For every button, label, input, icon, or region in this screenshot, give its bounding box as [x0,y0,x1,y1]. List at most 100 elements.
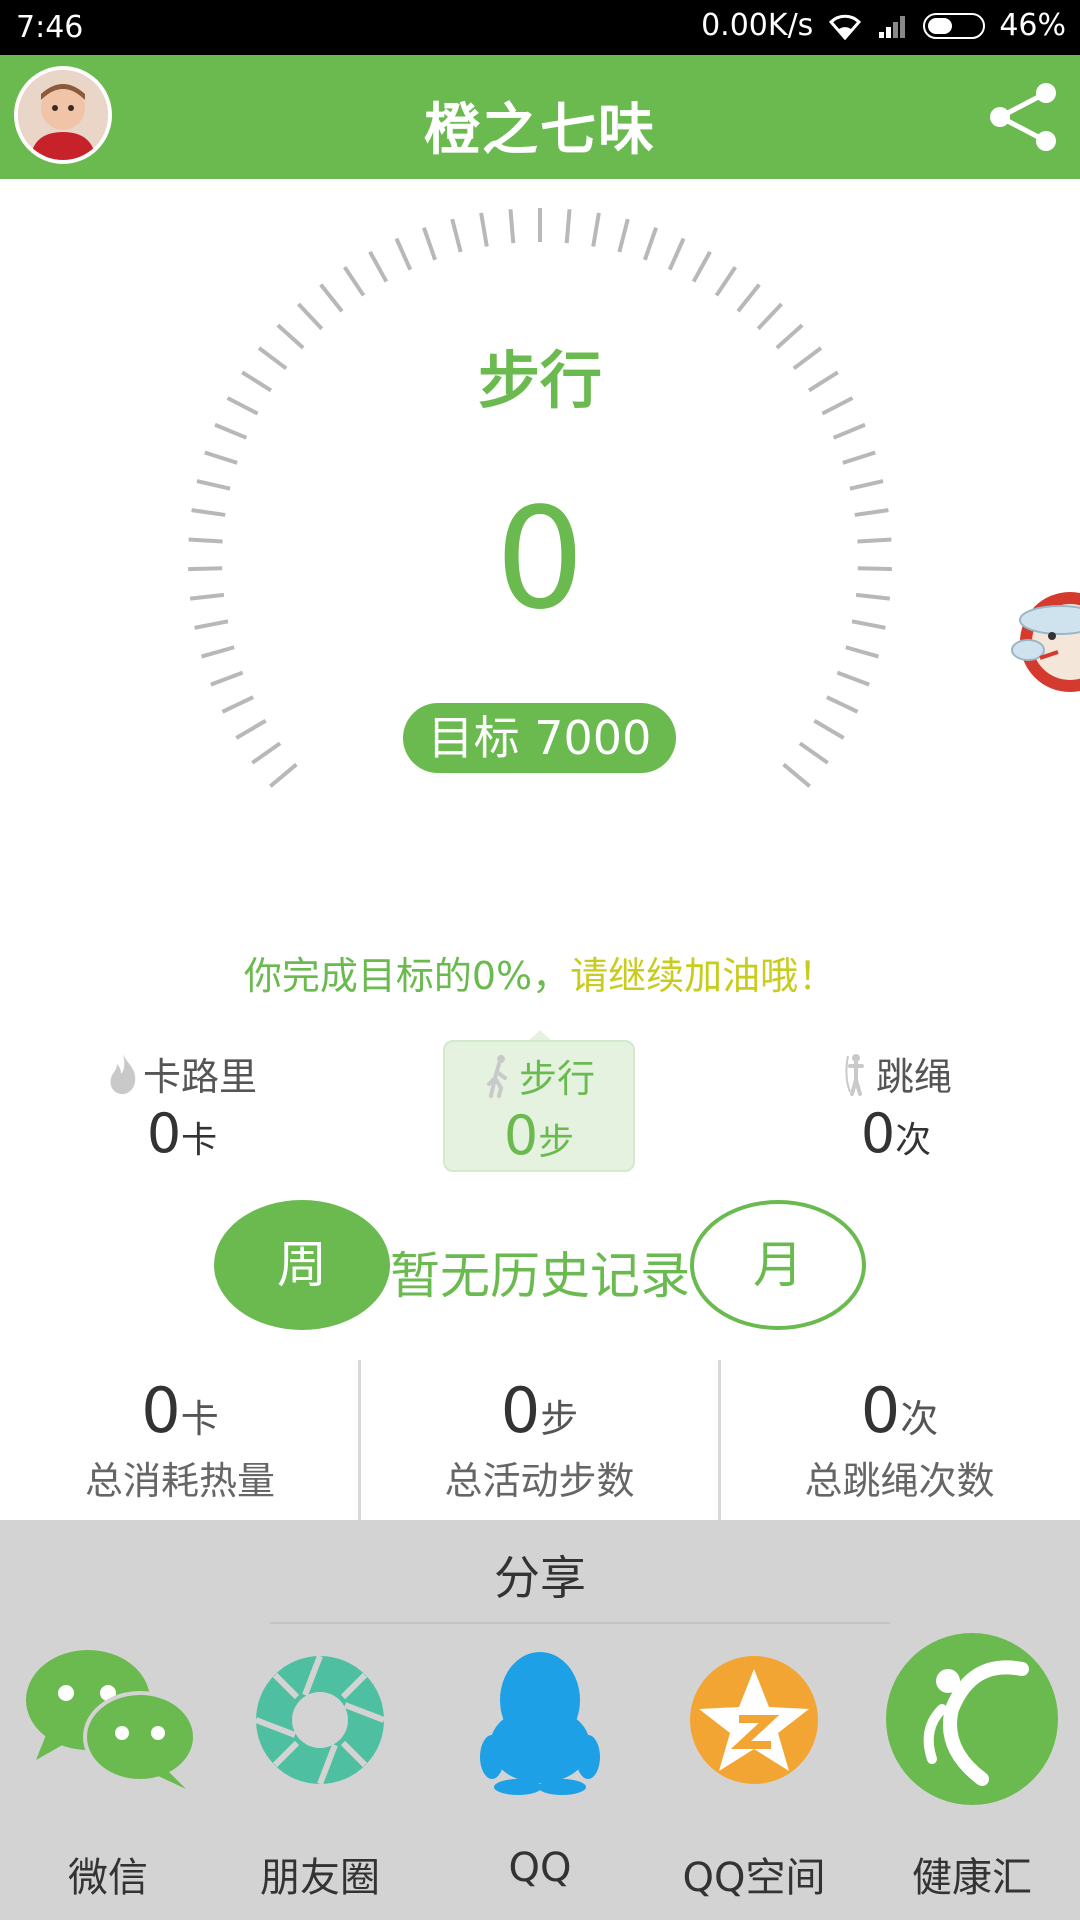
dial-tick [196,479,231,491]
dial-step-count: 0 [495,478,585,641]
tab-walking-unit: 步 [538,1122,575,1163]
dial-tick [251,741,282,765]
tab-walking-value: 0 [503,1104,539,1167]
tab-walking[interactable]: 步行 0步 [443,1040,635,1172]
share-qzone-label: QQ空间 [682,1855,826,1901]
dial-tick [845,645,880,659]
share-divider [270,1622,890,1624]
dial-tick [714,266,737,297]
share-wechat[interactable]: 微信 [8,1645,208,1915]
total-calories-value: 0 [141,1374,181,1447]
total-steps: 0步 总活动步数 [358,1360,718,1520]
dial-tick [422,227,437,261]
tab-calories[interactable]: 卡路里 0卡 [86,1040,278,1172]
dial-tick [826,695,859,714]
dial-tick [836,670,870,687]
walker-icon [486,1054,507,1098]
share-health-hub-label: 健康汇 [912,1855,1032,1901]
wifi-icon [829,14,862,40]
dial-tick [296,302,324,331]
total-steps-unit: 步 [540,1397,579,1441]
dial-tick [204,450,238,465]
dial-tick [798,741,829,765]
signal-icon [879,15,906,38]
share-icon[interactable] [984,81,1064,153]
network-speed: 0.00K/s [701,8,814,43]
dial-tick [736,283,761,313]
total-jumps-label: 总跳绳次数 [804,1459,995,1503]
qq-icon [480,1652,600,1795]
tab-calories-unit: 卡 [181,1120,218,1161]
dial-tick [691,250,712,283]
no-history-text: 暂无历史记录 [390,1247,690,1305]
tab-walking-label: 步行 [518,1057,595,1101]
progress-message: 你完成目标的0%，请继续加油哦！ [0,945,1080,1000]
dial-tick [849,479,884,491]
share-moments[interactable]: 朋友圈 [220,1645,420,1915]
dial-tick [450,218,463,253]
status-bar: 7:46 0.00K/s 46% [0,0,1080,55]
totals-row: 0卡 总消耗热量 0步 总活动步数 0次 总跳绳次数 [0,1360,1080,1520]
mascot-float-button[interactable] [1010,560,1080,710]
dial-tick [235,719,267,740]
tab-jump-rope-label: 跳绳 [875,1055,952,1099]
wechat-icon [26,1650,197,1789]
total-calories-label: 总消耗热量 [84,1459,275,1503]
total-jumps-value: 0 [860,1374,901,1447]
activity-tabs: 卡路里 0卡 步行 0步 跳绳 0次 [0,1040,1080,1172]
share-qq-label: QQ [508,1845,572,1891]
total-steps-label: 总活动步数 [444,1459,635,1503]
dial-tick [394,237,413,271]
share-health-hub[interactable]: 健康汇 [872,1633,1072,1915]
total-jumps: 0次 总跳绳次数 [718,1360,1078,1520]
dial-tick [269,762,298,788]
share-qq[interactable]: QQ [440,1645,640,1915]
dial-tick [221,695,254,714]
tab-calories-label: 卡路里 [142,1055,257,1099]
dial-tick [479,212,489,247]
tab-jump-rope-value: 0 [860,1102,896,1165]
dial-tick [200,645,235,659]
share-panel: 分享 微信 朋友圈 QQ QQ空间 健康汇 [0,1520,1080,1920]
dial-tick [756,302,784,331]
dial-tick [508,209,516,244]
progress-percent-text: 你完成目标的0%， [243,954,571,998]
share-moments-label: 朋友圈 [260,1855,380,1901]
health-hub-icon [886,1633,1058,1805]
dial-tick [813,719,845,740]
total-calories: 0卡 总消耗热量 [0,1360,360,1520]
share-wechat-label: 微信 [68,1855,148,1901]
dial-tick [343,266,366,297]
dial-tick [667,237,686,271]
app-header: 橙之七味 [0,55,1080,179]
month-button[interactable]: 月 [690,1200,866,1330]
dial-tick [214,422,248,440]
dial-tick [782,762,811,788]
dial-tick [564,209,572,244]
dial-tick [842,450,876,465]
tab-jump-rope[interactable]: 跳绳 0次 [800,1040,992,1172]
dial-tick [591,212,601,247]
total-calories-unit: 卡 [180,1397,219,1441]
battery-percent: 46% [999,8,1066,43]
dial-tick [832,422,866,440]
status-indicators: 0.00K/s 46% [701,8,1066,43]
dial-tick [617,218,630,253]
encouragement-text: 请继续加油哦！ [570,954,837,998]
dial-tick [210,670,244,687]
dial-tick [368,250,389,283]
tab-jump-rope-unit: 次 [895,1120,932,1161]
share-qzone[interactable]: QQ空间 [654,1645,854,1915]
flame-icon [110,1053,136,1094]
week-button[interactable]: 周 [214,1200,390,1330]
qzone-icon [690,1656,818,1784]
total-jumps-unit: 次 [900,1397,939,1441]
total-steps-value: 0 [500,1374,541,1447]
page-title: 橙之七味 [424,98,656,163]
target-badge[interactable]: 目标 7000 [403,703,676,773]
tab-calories-value: 0 [146,1102,182,1165]
battery-icon [923,12,986,39]
share-title: 分享 [494,1551,586,1605]
status-time: 7:46 [16,10,84,45]
dial-tick [319,283,344,313]
